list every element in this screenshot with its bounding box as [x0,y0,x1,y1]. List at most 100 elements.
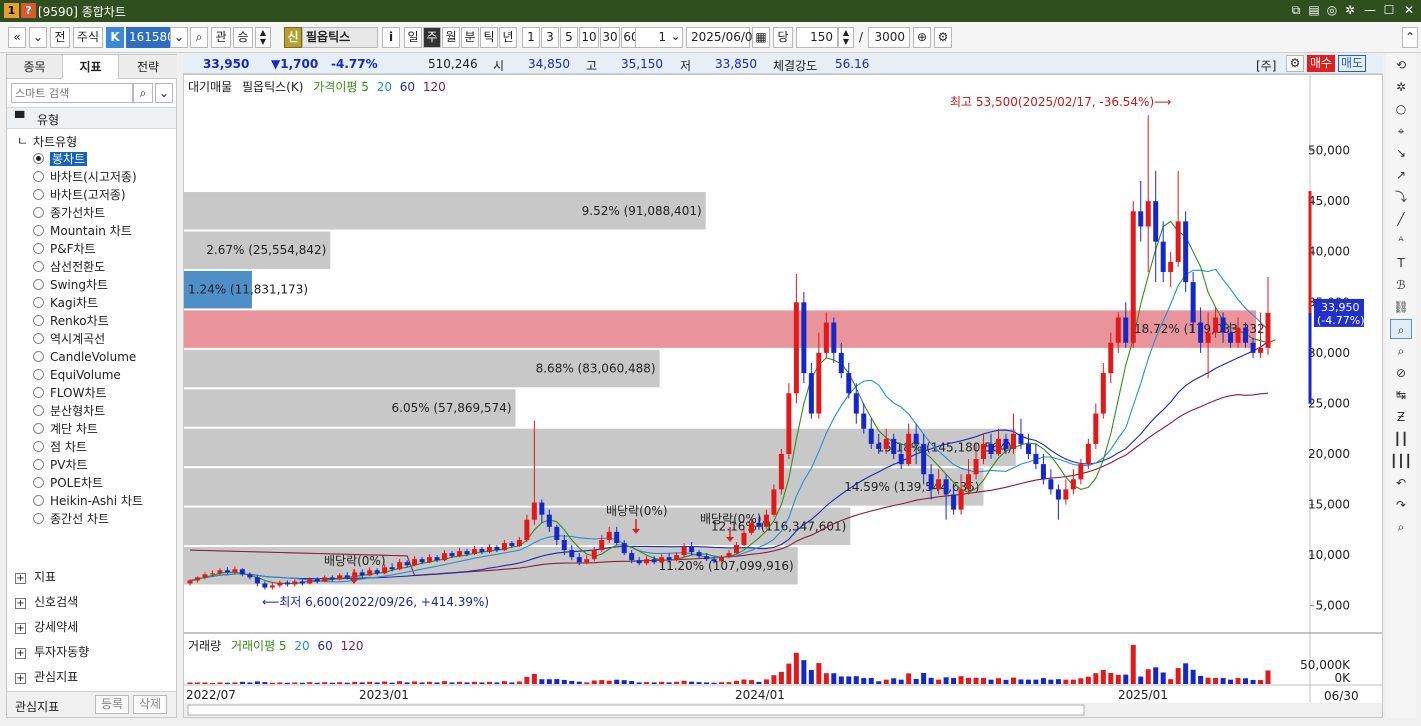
rise-button[interactable]: 승 [233,27,253,48]
camera-icon[interactable]: ◎ [1324,2,1340,18]
chart-gear-icon[interactable]: ⚙ [1286,55,1304,72]
maximize-button[interactable]: ☐ [1381,2,1397,18]
chart-type-item[interactable]: 봉차트 [33,150,88,168]
pattern-icon[interactable]: ℬ [1390,275,1412,295]
auto-icon[interactable]: ᴬ [1390,231,1412,251]
zoom-in-icon[interactable]: ⊕ [913,27,931,48]
legend-vol-ma120[interactable]: 120 [341,639,364,653]
date-input[interactable]: 2025/06/01 [686,27,760,48]
radio-icon[interactable] [33,297,44,308]
undo-icon[interactable]: ↶ [1390,473,1412,493]
chart-type-item[interactable]: EquiVolume [33,366,121,384]
radio-icon[interactable] [33,423,44,434]
radio-icon[interactable] [33,459,44,470]
refresh-icon[interactable]: ⟲ [1390,55,1412,75]
chart-settings-icon[interactable]: ⚙ [934,27,952,48]
radio-icon[interactable] [33,513,44,524]
price-chart[interactable]: 11.20% (107,099,916)12.16% (116,347,601)… [184,75,1382,717]
radio-icon[interactable] [33,315,44,326]
section-item[interactable]: + 강세약세 [15,617,78,637]
interval-dropdown-icon[interactable]: ⌄ [668,27,683,48]
line-tool-icon[interactable]: ↘ [1390,143,1412,163]
period-button-0[interactable]: 일 [404,27,422,48]
chart-type-item[interactable]: P&F차트 [33,240,96,258]
period-button-1[interactable]: 주 [423,27,441,48]
period-button-5[interactable]: 년 [499,27,517,48]
search-icon[interactable]: ⌕ [133,83,153,103]
legend-ma60[interactable]: 60 [400,80,415,94]
legend-ma120[interactable]: 120 [423,80,446,94]
circle-icon[interactable]: ○ [1390,99,1412,119]
spinner-icon[interactable]: ▲ ▼ [255,27,271,48]
search-icon[interactable]: ⌕ [190,27,208,48]
interval-button-4[interactable]: 30 [600,27,620,48]
code-dropdown-icon[interactable]: ⌄ [170,27,188,48]
text-tool-icon[interactable]: T [1390,253,1412,273]
radio-icon[interactable] [33,495,44,506]
legend-vol-ma60[interactable]: 60 [318,639,333,653]
toolbar-collapse-icon[interactable]: ⌃ [1402,27,1418,48]
crosshair-icon[interactable]: ⌖ [1390,121,1412,141]
chart-type-item[interactable]: CandleVolume [33,348,136,366]
radio-icon[interactable] [33,153,44,164]
radio-icon[interactable] [33,243,44,254]
tab-stock[interactable]: 종목 [7,55,63,79]
chart-type-item[interactable]: Renko차트 [33,312,109,330]
max-count-input[interactable]: 3000 [868,27,910,48]
stock-code-input[interactable]: 161580 [126,27,175,48]
chart-type-item[interactable]: 삼선전환도 [33,258,105,276]
section-item[interactable]: + 신호검색 [15,592,78,612]
chart-type-item[interactable]: 바차트(시고저종) [33,168,137,186]
chart-type-item[interactable]: Mountain 차트 [33,222,132,240]
search-tool-icon[interactable]: ⌕ [1390,517,1412,537]
legend-ma5[interactable]: 가격이평 5 [313,80,369,94]
smart-search-input[interactable] [11,83,133,103]
chart-type-item[interactable]: 점 차트 [33,438,87,456]
expand-plus-icon[interactable]: + [15,623,26,634]
tab-indicator[interactable]: 지표 [63,55,119,79]
chart-area[interactable]: 11.20% (107,099,916) 12.16% (116,347,601)… [183,74,1383,718]
count-spinner-icon[interactable]: ▲ ▼ [838,27,854,48]
erase-icon[interactable]: ⊘ [1390,363,1412,383]
zigzag-icon[interactable]: Ƶ [1390,407,1412,427]
stock-name-field[interactable]: 필옵틱스 [302,27,378,48]
close-button[interactable]: ✕ [1401,2,1417,18]
chart-type-item[interactable]: 역시계곡선 [33,330,105,348]
radio-icon[interactable] [33,441,44,452]
zoom-icon[interactable]: ⌕ [1390,319,1412,339]
radio-icon[interactable] [33,333,44,344]
interval-button-2[interactable]: 5 [560,27,578,48]
count-input[interactable]: 150 [796,27,838,48]
measure-icon[interactable]: ↹ [1390,385,1412,405]
link-icon[interactable]: ⧉ [1288,2,1304,18]
radio-icon[interactable] [33,387,44,398]
chart-type-item[interactable]: PV차트 [33,456,88,474]
bars-icon[interactable]: ┃┃ [1390,429,1412,449]
radio-icon[interactable] [33,189,44,200]
chart-type-item[interactable]: 계단 차트 [33,420,98,438]
radio-icon[interactable] [33,369,44,380]
market-type-button[interactable]: 주식 [73,27,103,48]
interval-button-0[interactable]: 1 [522,27,540,48]
radio-icon[interactable] [33,171,44,182]
redo-icon[interactable]: ↷ [1390,495,1412,515]
chart-type-item[interactable]: 종가선차트 [33,204,105,222]
type-header[interactable]: ▀ 유형 [7,107,176,129]
settings-icon[interactable]: ✲ [1342,2,1358,18]
legend-vol-ma5[interactable]: 거래이평 5 [231,639,287,653]
watch-button[interactable]: 관 [211,27,231,48]
app-number-icon[interactable]: 1 [4,3,19,18]
minimize-button[interactable]: — [1362,2,1378,18]
radio-icon[interactable] [33,261,44,272]
link-icon[interactable]: ⛓ [1390,297,1412,317]
help-icon[interactable]: ? [21,3,36,18]
tab-strategy[interactable]: 전략 [119,55,177,79]
sell-button[interactable]: 매도 [1338,55,1366,72]
expand-icon[interactable]: ⌄ [155,83,173,103]
buy-button[interactable]: 매수 [1307,55,1335,72]
diagonal-line-icon[interactable]: ╱ [1390,209,1412,229]
chart-type-item[interactable]: POLE차트 [33,474,103,492]
chart-type-item[interactable]: Swing차트 [33,276,108,294]
prev-stock-button[interactable]: « [8,27,26,48]
legend-ma20[interactable]: 20 [377,80,392,94]
